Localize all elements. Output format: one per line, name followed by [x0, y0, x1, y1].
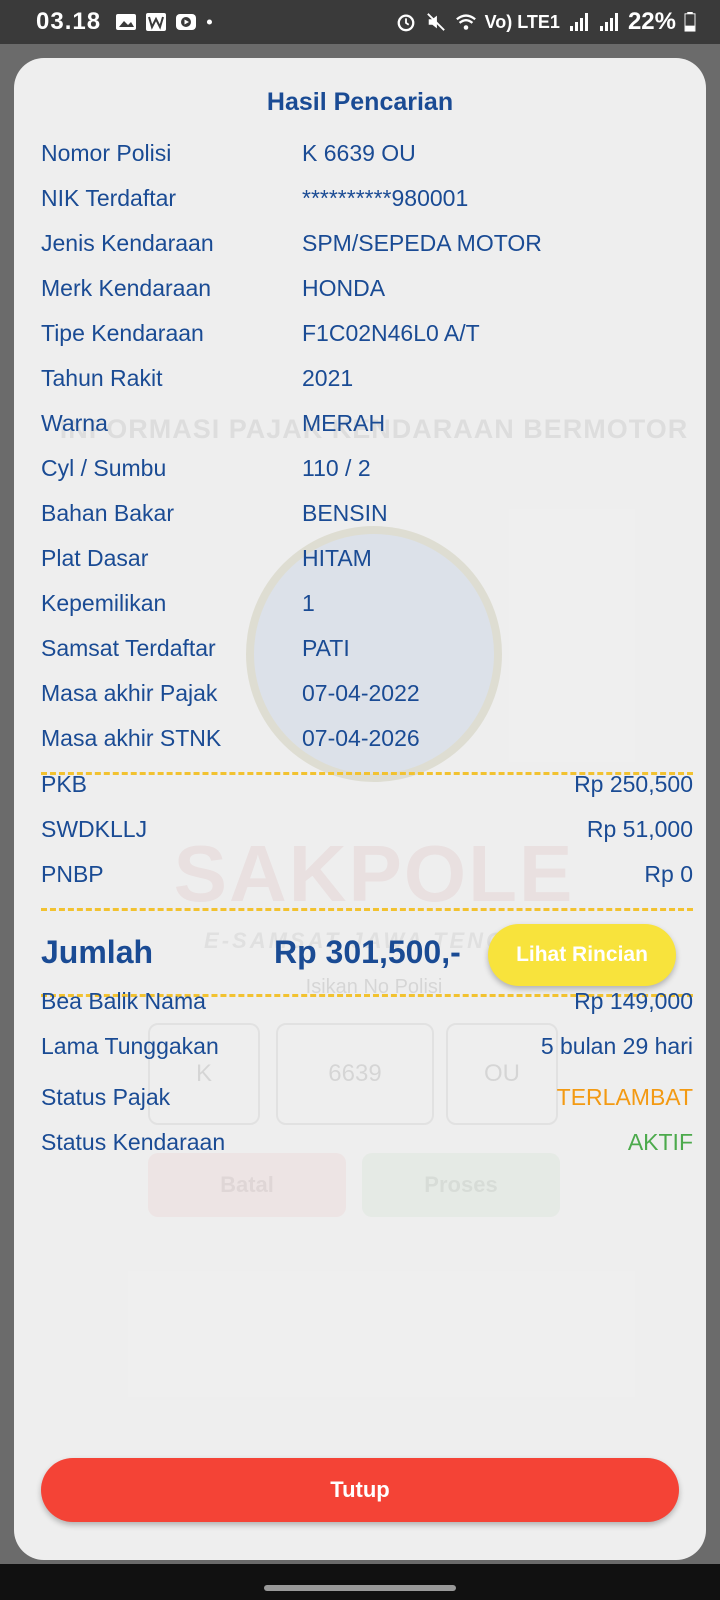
- wifi-icon: [455, 14, 476, 30]
- detail-value: 07-04-2026: [302, 725, 420, 751]
- detail-value: 110 / 2: [302, 455, 371, 481]
- detail-row: Nomor Polisi K 6639 OU: [41, 140, 693, 176]
- detail-row: Jenis Kendaraan SPM/SEPEDA MOTOR: [41, 230, 693, 266]
- home-gesture-handle[interactable]: [264, 1585, 456, 1591]
- fee-label: SWDKLLJ: [41, 816, 148, 842]
- dot-icon: [206, 19, 213, 25]
- signal-icon: [569, 13, 588, 31]
- fee-value: Rp 51,000: [586, 816, 693, 842]
- detail-value: BENSIN: [302, 500, 388, 526]
- detail-label: Tipe Kendaraan: [41, 320, 204, 346]
- signal-icon: [599, 13, 618, 31]
- detail-label: NIK Terdaftar: [41, 185, 177, 211]
- detail-label: Masa akhir Pajak: [41, 680, 218, 706]
- fee-row: SWDKLLJ Rp 51,000: [41, 816, 693, 852]
- detail-value: 07-04-2022: [302, 680, 420, 706]
- detail-label: Samsat Terdaftar: [41, 635, 216, 661]
- status-bar: 03.18 Vo) LTE1 22%: [0, 0, 720, 44]
- extra-value: Rp 149,000: [574, 988, 693, 1014]
- detail-value: 2021: [302, 365, 354, 391]
- word-icon: [146, 13, 167, 31]
- detail-value: HITAM: [302, 545, 372, 571]
- detail-row: Warna MERAH: [41, 410, 693, 446]
- tax-status-badge: TERLAMBAT: [556, 1084, 693, 1110]
- detail-value: MERAH: [302, 410, 386, 436]
- detail-row: Samsat Terdaftar PATI: [41, 635, 693, 671]
- detail-label: Masa akhir STNK: [41, 725, 222, 751]
- total-label: Jumlah: [41, 934, 154, 970]
- detail-row: Cyl / Sumbu 110 / 2: [41, 455, 693, 491]
- detail-label: Bahan Bakar: [41, 500, 174, 526]
- detail-label: Kepemilikan: [41, 590, 167, 616]
- extra-value: 5 bulan 29 hari: [540, 1033, 693, 1059]
- fee-label: PNBP: [41, 861, 104, 887]
- status-row: Status Kendaraan AKTIF: [41, 1129, 693, 1165]
- extra-row: Lama Tunggakan 5 bulan 29 hari: [41, 1033, 693, 1069]
- detail-label: Cyl / Sumbu: [41, 455, 167, 481]
- detail-row: Plat Dasar HITAM: [41, 545, 693, 581]
- detail-row: Kepemilikan 1: [41, 590, 693, 626]
- navigation-bar: [0, 1564, 720, 1600]
- close-button[interactable]: Tutup: [41, 1458, 679, 1522]
- fee-label: PKB: [41, 771, 88, 797]
- extra-label: Bea Balik Nama: [41, 988, 206, 1014]
- fee-row: PKB Rp 250,500: [41, 771, 693, 807]
- dashed-divider: [41, 908, 693, 911]
- network-label: Vo) LTE1: [484, 11, 560, 32]
- detail-value: HONDA: [302, 275, 386, 301]
- detail-value: PATI: [302, 635, 350, 661]
- vehicle-status-badge: AKTIF: [627, 1129, 693, 1155]
- detail-label: Warna: [41, 410, 108, 436]
- detail-row: Masa akhir STNK 07-04-2026: [41, 725, 693, 761]
- video-icon: [176, 14, 197, 30]
- search-result-dialog: INFORMASI PAJAK KENDARAAN BERMOTOR SAKPO…: [14, 58, 706, 1560]
- detail-row: NIK Terdaftar **********980001: [41, 185, 693, 221]
- extra-label: Lama Tunggakan: [41, 1033, 219, 1059]
- detail-label: Tahun Rakit: [41, 365, 163, 391]
- dialog-title: Hasil Pencarian: [266, 88, 454, 116]
- status-label: Status Kendaraan: [41, 1129, 226, 1155]
- detail-row: Merk Kendaraan HONDA: [41, 275, 693, 311]
- mute-icon: [426, 13, 445, 31]
- detail-label: Merk Kendaraan: [41, 275, 212, 301]
- gallery-icon: [116, 14, 137, 30]
- alarm-icon: [397, 14, 415, 32]
- status-time: 03.18: [36, 8, 102, 35]
- detail-label: Jenis Kendaraan: [41, 230, 214, 256]
- fee-value: Rp 0: [644, 861, 693, 887]
- detail-value: K 6639 OU: [302, 140, 416, 166]
- battery-percent: 22%: [627, 8, 676, 35]
- status-row: Status Pajak TERLAMBAT: [41, 1084, 693, 1120]
- detail-value: SPM/SEPEDA MOTOR: [302, 230, 542, 256]
- battery-icon: [684, 12, 696, 32]
- extra-row: Bea Balik Nama Rp 149,000: [41, 988, 693, 1024]
- detail-row: Tahun Rakit 2021: [41, 365, 693, 401]
- detail-value: F1C02N46L0 A/T: [302, 320, 480, 346]
- view-details-button[interactable]: Lihat Rincian: [488, 924, 676, 986]
- fee-value: Rp 250,500: [574, 771, 693, 797]
- total-value: Rp 301,500,-: [274, 934, 461, 970]
- detail-label: Plat Dasar: [41, 545, 149, 571]
- detail-value: 1: [302, 590, 315, 616]
- detail-row: Tipe Kendaraan F1C02N46L0 A/T: [41, 320, 693, 356]
- detail-value: **********980001: [302, 185, 469, 211]
- status-label: Status Pajak: [41, 1084, 171, 1110]
- detail-row: Masa akhir Pajak 07-04-2022: [41, 680, 693, 716]
- detail-row: Bahan Bakar BENSIN: [41, 500, 693, 536]
- fee-row: PNBP Rp 0: [41, 861, 693, 897]
- detail-label: Nomor Polisi: [41, 140, 172, 166]
